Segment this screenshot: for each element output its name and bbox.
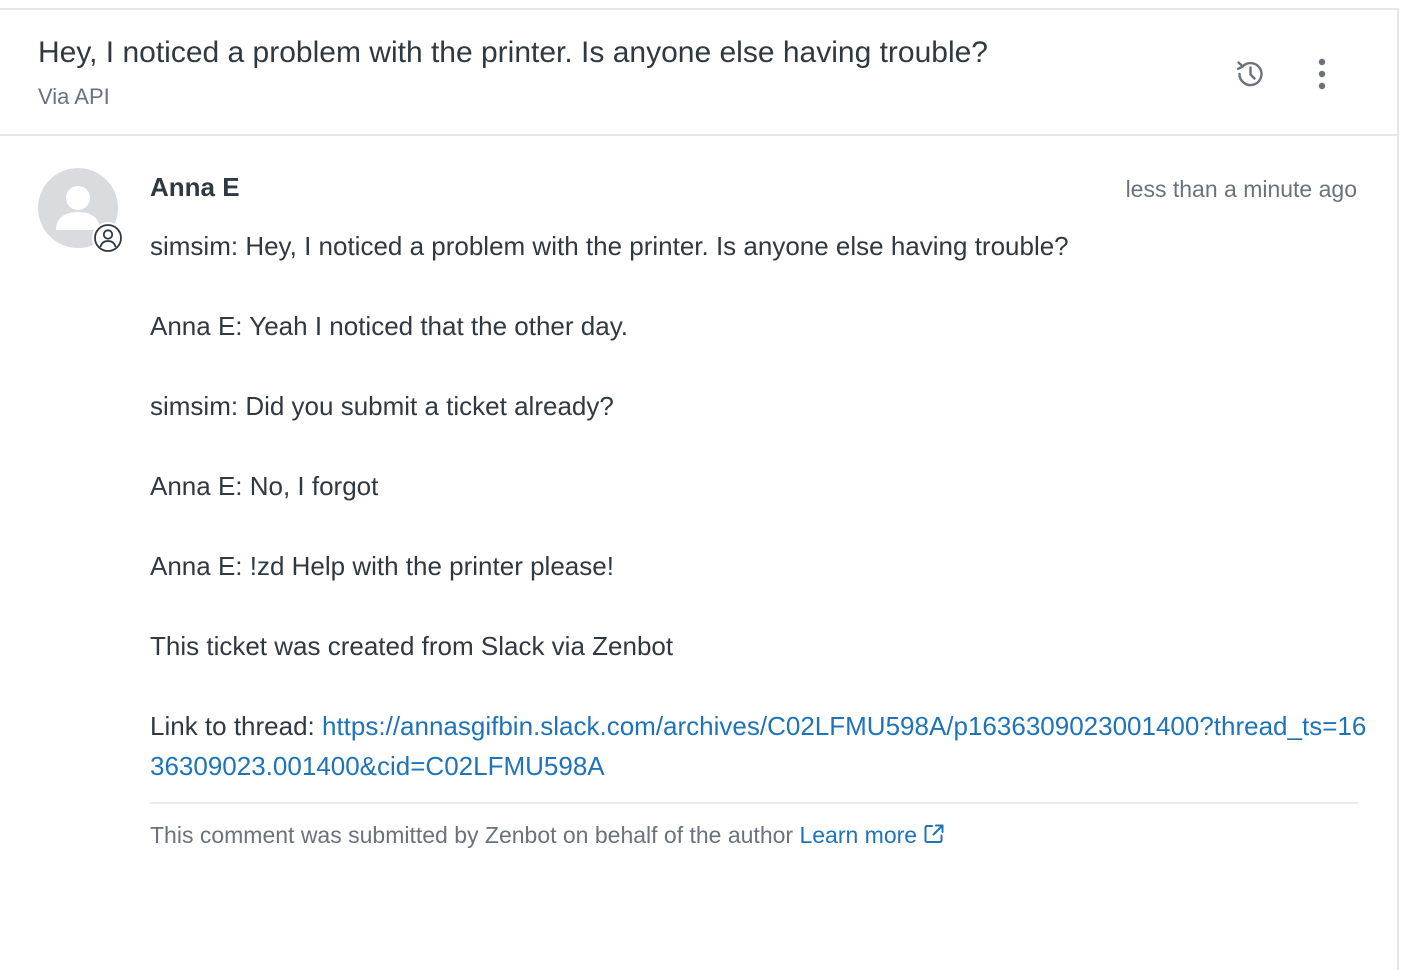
message-line: simsim: Did you submit a ticket already? [150,391,614,421]
ticket-header: Hey, I noticed a problem with the printe… [0,10,1397,136]
user-circle-icon [94,224,122,252]
zenbot-notice-text: This comment was submitted by Zenbot on … [150,822,800,848]
external-link-icon [924,824,944,843]
history-button[interactable] [1228,52,1272,96]
message-line: Anna E: No, I forgot [150,471,379,501]
message-line: simsim: Hey, I noticed a problem with th… [150,231,1069,261]
comment-body: simsim: Hey, I noticed a problem with th… [150,226,1370,802]
comment-divider [150,802,1358,804]
thread-link-label: Link to thread: [150,711,322,741]
ticket-channel: Via API [38,84,110,109]
history-icon [1237,61,1263,87]
learn-more-label: Learn more [799,822,918,848]
more-options-button[interactable] [1300,52,1344,96]
panel-divider [1397,8,1399,970]
comment-author[interactable]: Anna E [150,172,240,203]
message-line: This ticket was created from Slack via Z… [150,631,674,661]
message-line: Anna E: Yeah I noticed that the other da… [150,311,628,341]
end-user-badge [92,222,124,254]
ticket-view: Hey, I noticed a problem with the printe… [0,0,1414,970]
comment-timestamp: less than a minute ago [1125,176,1357,202]
ticket-title: Hey, I noticed a problem with the printe… [38,36,988,69]
more-vertical-icon [1318,58,1326,90]
thread-link[interactable]: https://annasgifbin.slack.com/archives/C… [150,711,1366,781]
message-line: Anna E: !zd Help with the printer please… [150,551,614,581]
learn-more-link[interactable]: Learn more [799,822,945,848]
thread-link-line: Link to thread: https://annasgifbin.slac… [150,706,1370,786]
zenbot-notice: This comment was submitted by Zenbot on … [150,822,945,849]
